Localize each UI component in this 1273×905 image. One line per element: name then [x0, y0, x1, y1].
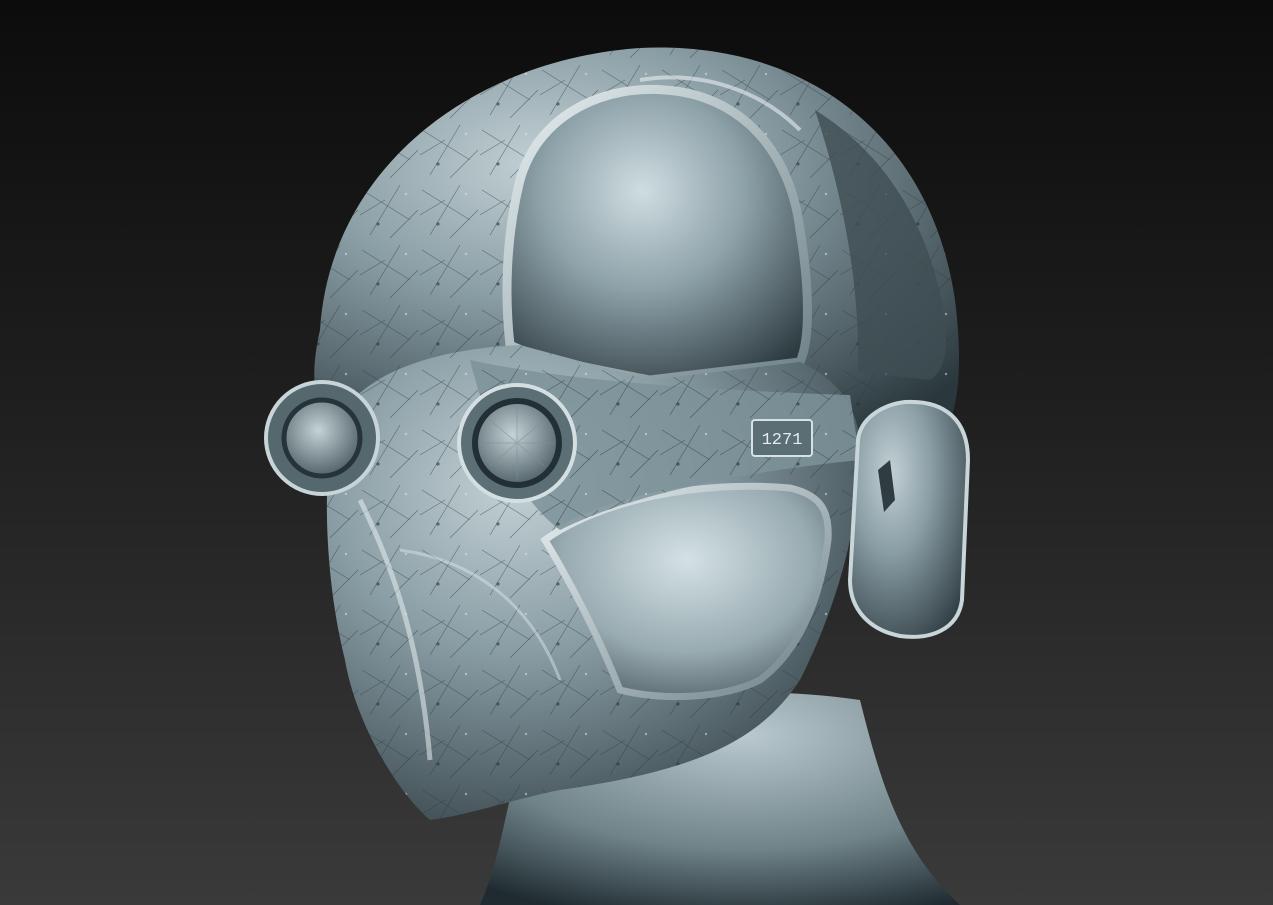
helmet-render: 1271	[264, 47, 971, 905]
lens-left	[264, 380, 380, 496]
badge-text: 1271	[762, 431, 803, 450]
top-opening	[502, 84, 812, 385]
ear-piece	[847, 399, 971, 639]
lens-right	[457, 383, 577, 503]
serial-badge: 1271	[751, 419, 813, 457]
sculpt-viewport: 1271	[0, 0, 1273, 905]
